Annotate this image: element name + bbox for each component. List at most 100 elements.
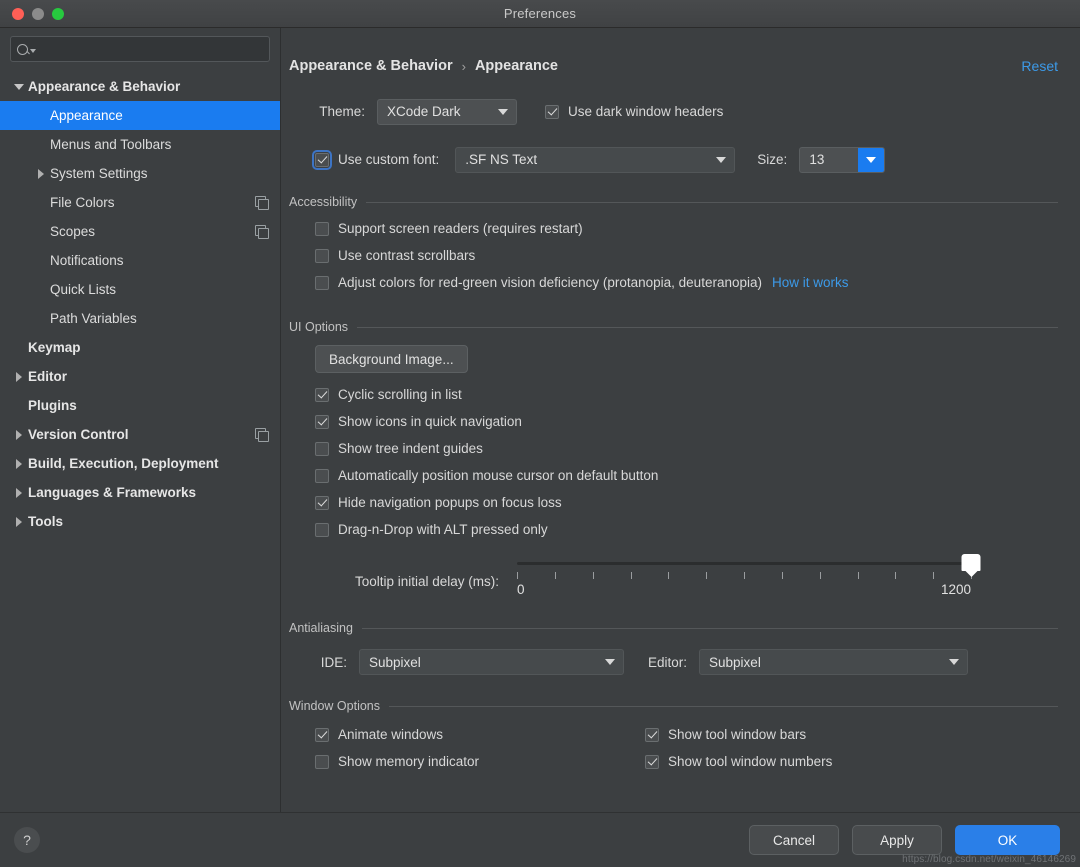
hide-navigation-popups-on-focus-loss-label: Hide navigation popups on focus loss [338, 495, 562, 510]
sidebar-item-menus-and-toolbars[interactable]: Menus and Toolbars [0, 130, 280, 159]
show-memory-indicator-row[interactable]: Show memory indicator [315, 748, 645, 775]
use-custom-font-checkbox[interactable] [312, 149, 332, 170]
cyclic-scrolling-in-list-row[interactable]: Cyclic scrolling in list [315, 381, 1058, 408]
sidebar-item-build-execution-deployment[interactable]: Build, Execution, Deployment [0, 449, 280, 478]
cyclic-scrolling-in-list-checkbox[interactable] [315, 387, 329, 402]
slider-knob[interactable] [961, 554, 981, 571]
sidebar-item-path-variables[interactable]: Path Variables [0, 304, 280, 333]
use-dark-window-headers-row[interactable]: Use dark window headers [545, 98, 723, 125]
background-image-button[interactable]: Background Image... [315, 345, 468, 373]
use-contrast-scrollbars-row[interactable]: Use contrast scrollbars [315, 242, 1058, 269]
hide-navigation-popups-on-focus-loss-checkbox[interactable] [315, 495, 329, 510]
ide-antialiasing-select[interactable]: Subpixel [359, 649, 624, 675]
sidebar-item-keymap[interactable]: Keymap [0, 333, 280, 362]
slider-tick [781, 572, 783, 579]
use-dark-window-headers-checkbox[interactable] [545, 104, 559, 119]
automatically-position-mouse-cursor-on-def-row[interactable]: Automatically position mouse cursor on d… [315, 462, 1058, 489]
copy-settings-icon[interactable] [255, 196, 269, 210]
sidebar-item-label: Menus and Toolbars [50, 137, 172, 152]
show-tool-window-numbers-checkbox[interactable] [645, 754, 659, 769]
search-box[interactable] [10, 36, 270, 62]
show-memory-indicator-checkbox[interactable] [315, 754, 329, 769]
slider-tick [517, 572, 518, 579]
show-tree-indent-guides-row[interactable]: Show tree indent guides [315, 435, 1058, 462]
show-memory-indicator-label: Show memory indicator [338, 754, 480, 769]
ok-button[interactable]: OK [955, 825, 1060, 855]
sidebar-item-appearance-behavior[interactable]: Appearance & Behavior [0, 72, 280, 101]
slider-tick [857, 572, 859, 579]
show-icons-in-quick-navigation-label: Show icons in quick navigation [338, 414, 522, 429]
sidebar-item-plugins[interactable]: Plugins [0, 391, 280, 420]
ui-options-title: UI Options [289, 320, 349, 334]
drag-n-drop-with-alt-pressed-only-row[interactable]: Drag-n-Drop with ALT pressed only [315, 516, 1058, 543]
chevron-right-icon[interactable] [32, 168, 50, 179]
animate-windows-checkbox[interactable] [315, 727, 329, 742]
window-options-group-header: Window Options [289, 699, 1058, 713]
copy-settings-icon[interactable] [255, 428, 269, 442]
adjust-colors-for-red-green-vision-deficie-row[interactable]: Adjust colors for red-green vision defic… [315, 269, 1058, 296]
tooltip-delay-label: Tooltip initial delay (ms): [354, 573, 499, 589]
use-contrast-scrollbars-checkbox[interactable] [315, 248, 329, 263]
accessibility-options: Support screen readers (requires restart… [289, 215, 1058, 296]
sidebar-item-appearance[interactable]: Appearance [0, 101, 280, 130]
sidebar-item-tools[interactable]: Tools [0, 507, 280, 536]
minimize-window-button[interactable] [32, 7, 44, 20]
tooltip-delay-slider[interactable]: 0 1200 [517, 554, 981, 605]
window-body: Appearance & Behavior Appearance Menus and… [0, 28, 1080, 812]
sidebar-item-languages-frameworks[interactable]: Languages & Frameworks [0, 478, 280, 507]
show-icons-in-quick-navigation-checkbox[interactable] [315, 414, 329, 429]
support-screen-readers-requires-restart-row[interactable]: Support screen readers (requires restart… [315, 215, 1058, 242]
apply-button[interactable]: Apply [852, 825, 942, 855]
show-tool-window-numbers-row[interactable]: Show tool window numbers [645, 748, 832, 775]
chevron-right-icon[interactable] [10, 487, 28, 498]
sidebar-item-file-colors[interactable]: File Colors [0, 188, 280, 217]
font-size-dropdown-button[interactable] [858, 147, 885, 172]
editor-antialiasing-label: Editor: [648, 654, 688, 670]
cancel-button[interactable]: Cancel [749, 825, 839, 855]
editor-antialiasing-select[interactable]: Subpixel [699, 649, 969, 675]
chevron-right-icon[interactable] [10, 371, 28, 382]
animate-windows-row[interactable]: Animate windows [315, 721, 645, 748]
show-tree-indent-guides-checkbox[interactable] [315, 441, 329, 456]
use-custom-font-row[interactable]: Use custom font: [312, 146, 439, 173]
sidebar-item-system-settings[interactable]: System Settings [0, 159, 280, 188]
ide-antialiasing-value: Subpixel [369, 654, 421, 670]
font-size-combo[interactable]: 13 [799, 146, 886, 173]
support-screen-readers-requires-restart-checkbox[interactable] [315, 221, 329, 236]
search-input[interactable] [36, 42, 263, 56]
divider [361, 627, 1058, 629]
reset-link[interactable]: Reset [1021, 58, 1058, 74]
sidebar-item-notifications[interactable]: Notifications [0, 246, 280, 275]
theme-select[interactable]: XCode Dark [377, 98, 517, 125]
show-tree-indent-guides-label: Show tree indent guides [338, 441, 483, 456]
window-title: Preferences [503, 6, 577, 21]
breadcrumb-parent[interactable]: Appearance & Behavior [289, 58, 453, 74]
copy-settings-icon[interactable] [255, 225, 269, 239]
chevron-right-icon[interactable] [10, 429, 28, 440]
chevron-down-icon[interactable] [10, 83, 28, 90]
use-contrast-scrollbars-label: Use contrast scrollbars [338, 248, 476, 263]
drag-n-drop-with-alt-pressed-only-checkbox[interactable] [315, 522, 329, 537]
sidebar-item-editor[interactable]: Editor [0, 362, 280, 391]
adjust-colors-for-red-green-vision-deficie-checkbox[interactable] [315, 275, 329, 290]
font-family-select[interactable]: .SF NS Text [455, 146, 736, 173]
slider-track[interactable] [517, 562, 971, 565]
chevron-right-icon[interactable] [10, 516, 28, 527]
zoom-window-button[interactable] [52, 7, 64, 20]
sidebar-item-quick-lists[interactable]: Quick Lists [0, 275, 280, 304]
how-it-works-link[interactable]: How it works [772, 275, 849, 290]
sidebar-item-scopes[interactable]: Scopes [0, 217, 280, 246]
sidebar-item-label: Notifications [50, 253, 124, 268]
chevron-right-icon[interactable] [10, 458, 28, 469]
automatically-position-mouse-cursor-on-def-checkbox[interactable] [315, 468, 329, 483]
ide-antialiasing-label: IDE: [320, 654, 347, 670]
sidebar-item-label: File Colors [50, 195, 115, 210]
sidebar-item-version-control[interactable]: Version Control [0, 420, 280, 449]
help-button[interactable]: ? [14, 827, 40, 853]
close-window-button[interactable] [12, 7, 24, 20]
show-icons-in-quick-navigation-row[interactable]: Show icons in quick navigation [315, 408, 1058, 435]
show-tool-window-bars-checkbox[interactable] [645, 727, 659, 742]
font-size-value[interactable]: 13 [800, 148, 858, 172]
hide-navigation-popups-on-focus-loss-row[interactable]: Hide navigation popups on focus loss [315, 489, 1058, 516]
show-tool-window-bars-row[interactable]: Show tool window bars [645, 721, 832, 748]
